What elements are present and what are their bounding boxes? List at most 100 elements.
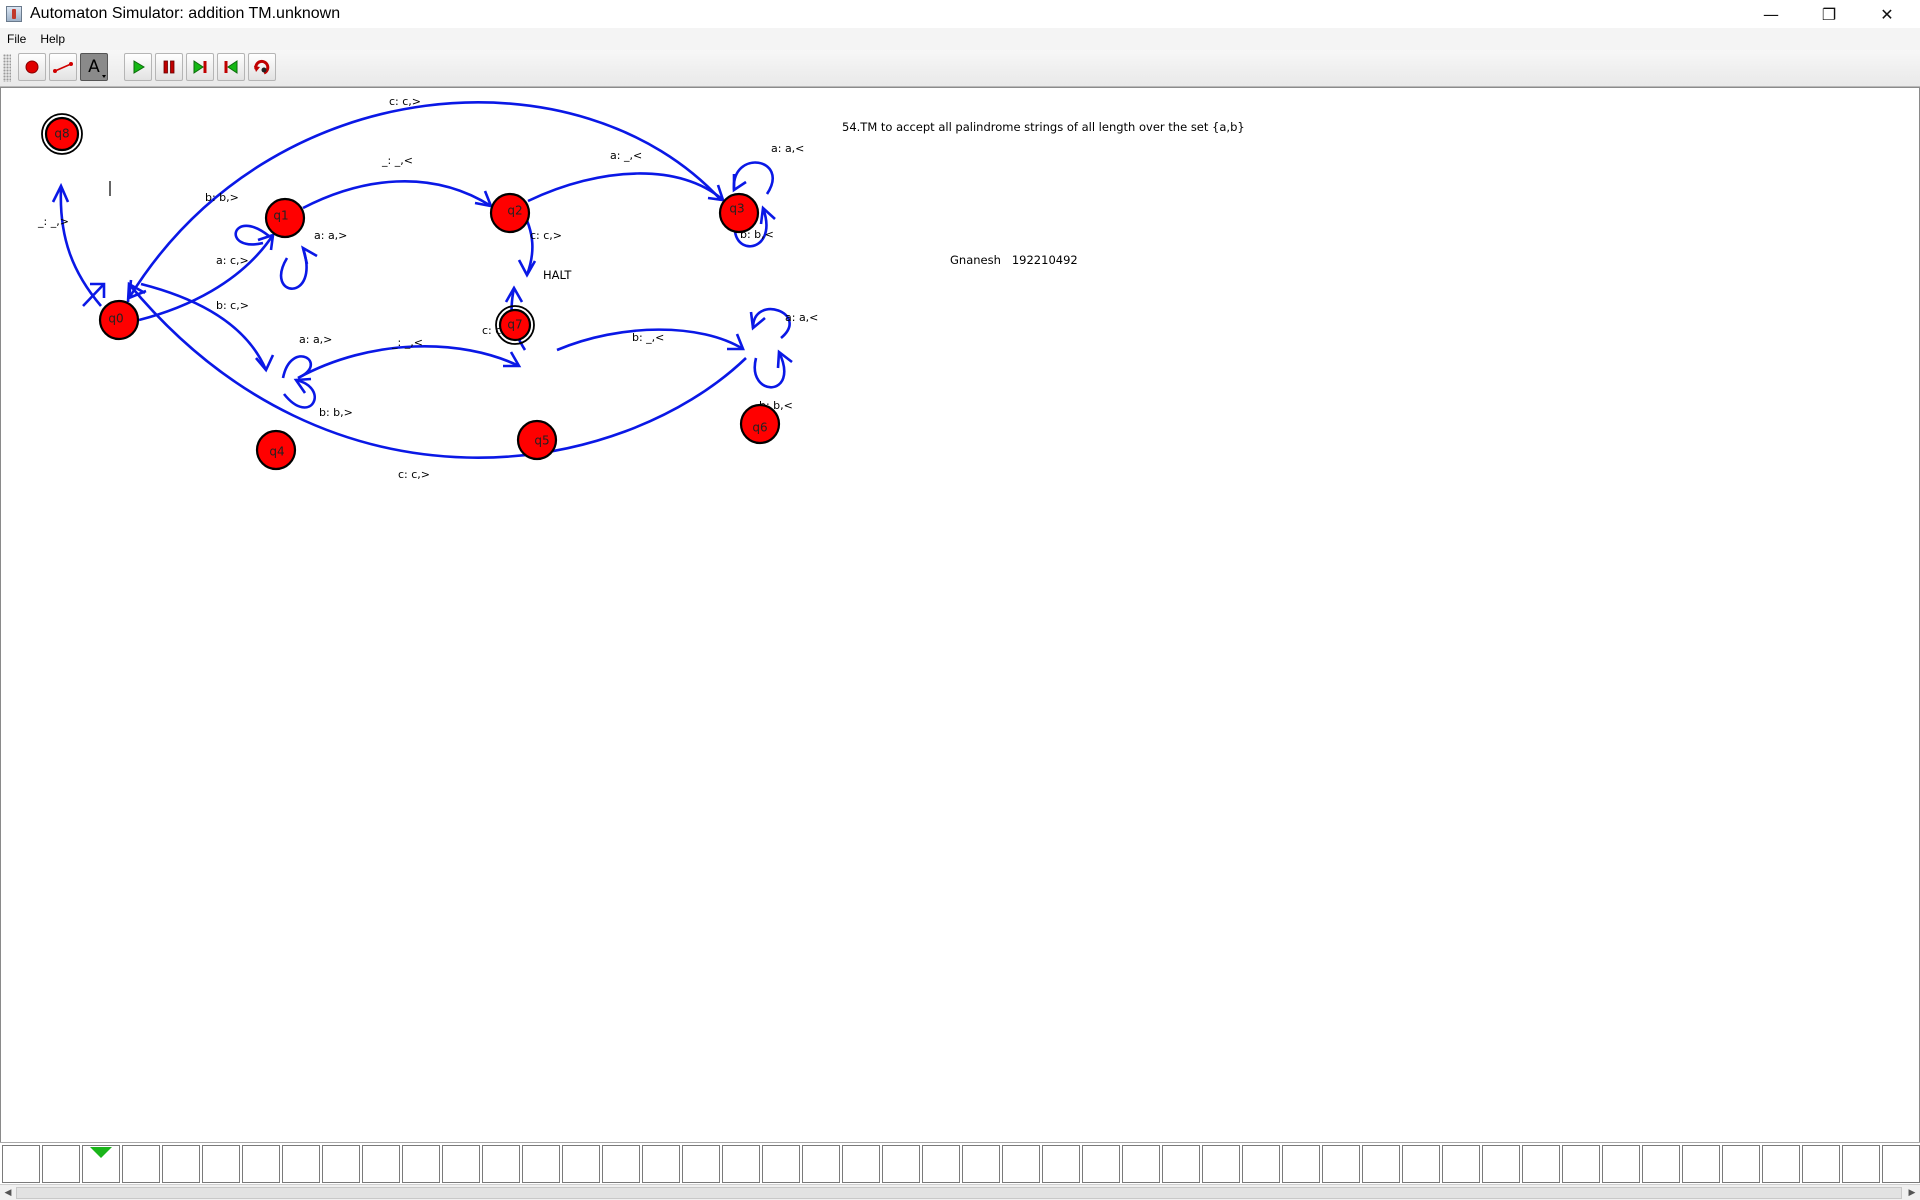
tape-cell[interactable]: [642, 1145, 680, 1183]
scroll-left-arrow-icon[interactable]: ◀: [0, 1185, 16, 1200]
tape-cell[interactable]: [1282, 1145, 1320, 1183]
tape-cell[interactable]: [1842, 1145, 1880, 1183]
tape-cell[interactable]: [522, 1145, 560, 1183]
tape-cell[interactable]: [1362, 1145, 1400, 1183]
tape-cell[interactable]: [1082, 1145, 1120, 1183]
step-forward-button[interactable]: [186, 53, 214, 81]
tape-cell[interactable]: [1482, 1145, 1520, 1183]
tape-cell[interactable]: [1402, 1145, 1440, 1183]
tape-cell[interactable]: [442, 1145, 480, 1183]
reset-button[interactable]: [248, 53, 276, 81]
tape-cell[interactable]: [282, 1145, 320, 1183]
state-q3[interactable]: q3: [718, 192, 760, 234]
tape-cell[interactable]: [762, 1145, 800, 1183]
run-button[interactable]: [124, 53, 152, 81]
transition-tool-button[interactable]: [49, 53, 77, 81]
tape-cell[interactable]: [1042, 1145, 1080, 1183]
horizontal-scrollbar[interactable]: ◀ ▶: [0, 1184, 1920, 1200]
toolbar: A: [0, 50, 1920, 87]
tape-cell[interactable]: [1122, 1145, 1160, 1183]
svg-text:q2: q2: [507, 204, 522, 218]
tape-cell[interactable]: [242, 1145, 280, 1183]
state-q7[interactable]: q7: [495, 305, 535, 345]
step-forward-icon: [193, 60, 207, 74]
tape-cell[interactable]: [1442, 1145, 1480, 1183]
tape-cell[interactable]: [122, 1145, 160, 1183]
author-text[interactable]: Gnanesh 192210492: [950, 253, 1078, 267]
svg-text:q0: q0: [108, 312, 123, 326]
step-back-button[interactable]: [217, 53, 245, 81]
toolbar-grip[interactable]: [3, 54, 11, 82]
edge-label-q2-q3: a: _,<: [610, 149, 642, 162]
edge-label-q1-loop-b: b: b,>: [205, 191, 239, 204]
edge-label-q5-q6: b: _,<: [632, 331, 664, 344]
menu-help[interactable]: Help: [33, 32, 72, 46]
tape-cell[interactable]: [722, 1145, 760, 1183]
menu-file[interactable]: File: [0, 32, 33, 46]
tape-cell[interactable]: [1722, 1145, 1760, 1183]
state-q6[interactable]: q6: [739, 403, 781, 445]
tape-cell[interactable]: [1642, 1145, 1680, 1183]
description-text[interactable]: 54.TM to accept all palindrome strings o…: [842, 120, 1245, 134]
tape-cell[interactable]: [322, 1145, 360, 1183]
edge-label-q4-loop-b: b: b,>: [319, 406, 353, 419]
tape-cell[interactable]: [1802, 1145, 1840, 1183]
tape-cell[interactable]: [802, 1145, 840, 1183]
edge-label-q3-loop-a: a: a,<: [771, 142, 804, 155]
tape-cell[interactable]: [1522, 1145, 1560, 1183]
tape-cell[interactable]: [1762, 1145, 1800, 1183]
close-button[interactable]: ✕: [1858, 0, 1916, 28]
play-icon: [133, 60, 145, 74]
edge-label-q0-q4: b: c,>: [216, 299, 249, 312]
tape-cell[interactable]: [2, 1145, 40, 1183]
window-title: Automaton Simulator: addition TM.unknown: [30, 5, 341, 22]
state-q2[interactable]: q2: [489, 192, 531, 234]
tape-cell[interactable]: [1602, 1145, 1640, 1183]
state-q0[interactable]: q0: [98, 299, 140, 341]
pause-button[interactable]: [155, 53, 183, 81]
step-back-icon: [224, 60, 238, 74]
maximize-button[interactable]: ❐: [1800, 0, 1858, 28]
tape-cell[interactable]: [482, 1145, 520, 1183]
tape-cell[interactable]: [1242, 1145, 1280, 1183]
reset-icon: [254, 59, 270, 75]
minimize-button[interactable]: —: [1742, 0, 1800, 28]
tape-cell[interactable]: [1882, 1145, 1920, 1183]
tape-cell[interactable]: [42, 1145, 80, 1183]
tape-cell[interactable]: [1202, 1145, 1240, 1183]
tape-cell[interactable]: [202, 1145, 240, 1183]
tape-cell[interactable]: [602, 1145, 640, 1183]
edge-label-q6-loop-a: a: a,<: [785, 311, 818, 324]
tape-cell[interactable]: [562, 1145, 600, 1183]
state-q1[interactable]: q1: [264, 197, 306, 239]
edge-label-q4-q5: _: _,<: [391, 336, 423, 349]
tape-cell[interactable]: [1682, 1145, 1720, 1183]
state-q8[interactable]: q8: [41, 113, 83, 155]
state-diagram[interactable]: c: c,> _: _,> a: c,> b: b,> a: a,> _: _,…: [1, 88, 1919, 1142]
scrollbar-thumb[interactable]: [16, 1187, 1902, 1199]
tape-cell[interactable]: [162, 1145, 200, 1183]
state-tool-button[interactable]: [18, 53, 46, 81]
state-q5[interactable]: q5: [516, 419, 558, 461]
scroll-right-arrow-icon[interactable]: ▶: [1904, 1185, 1920, 1200]
tape-cell[interactable]: [1322, 1145, 1360, 1183]
tape-cell[interactable]: [1162, 1145, 1200, 1183]
tape[interactable]: [0, 1142, 1920, 1185]
tape-cell[interactable]: [362, 1145, 400, 1183]
tape-cell[interactable]: [1562, 1145, 1600, 1183]
tape-cell[interactable]: [882, 1145, 920, 1183]
tape-cell[interactable]: [682, 1145, 720, 1183]
tape-cell[interactable]: [402, 1145, 440, 1183]
tape-cell[interactable]: [962, 1145, 1000, 1183]
automaton-canvas[interactable]: c: c,> _: _,> a: c,> b: b,> a: a,> _: _,…: [0, 87, 1920, 1143]
automaton-simulator-window: Automaton Simulator: addition TM.unknown…: [0, 0, 1920, 1200]
edge-label-q4-loop-a: a: a,>: [299, 333, 332, 346]
tape-cell[interactable]: [1002, 1145, 1040, 1183]
java-app-icon: [6, 6, 22, 22]
state-q4[interactable]: q4: [255, 429, 297, 471]
tape-cell[interactable]: [842, 1145, 880, 1183]
text-tool-button[interactable]: A: [80, 53, 108, 81]
svg-text:q4: q4: [269, 445, 284, 459]
tape-cell[interactable]: [922, 1145, 960, 1183]
tape-head-icon[interactable]: [90, 1147, 112, 1158]
